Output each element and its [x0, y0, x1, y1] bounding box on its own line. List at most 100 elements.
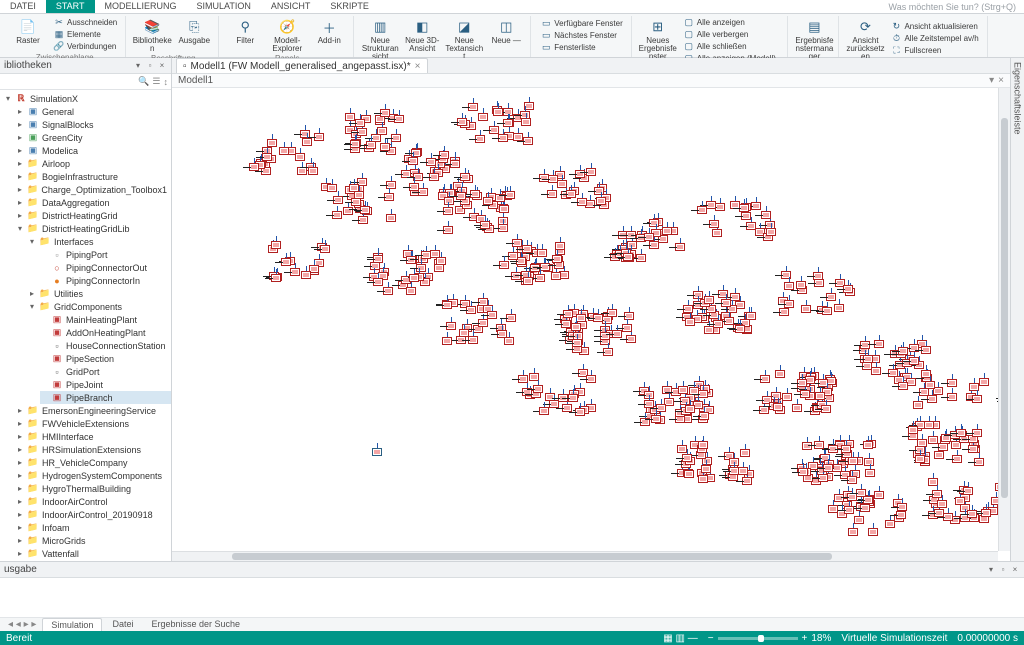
grid-component-block[interactable]: [704, 296, 714, 304]
tree-node[interactable]: PipingPort: [40, 248, 171, 261]
ribbon-fullscreen[interactable]: ⛶Fullscreen: [887, 45, 982, 57]
tree-node[interactable]: ▸HRSimulationExtensions: [16, 443, 171, 456]
grid-component-block[interactable]: [738, 467, 748, 475]
grid-component-block[interactable]: [478, 113, 488, 121]
tree-twisty-icon[interactable]: ▾: [28, 302, 36, 311]
grid-component-block[interactable]: [782, 393, 792, 401]
tree-node[interactable]: PipeBranch: [40, 391, 171, 404]
grid-component-block[interactable]: [537, 249, 547, 257]
grid-component-block[interactable]: [815, 392, 825, 400]
tree-node[interactable]: HouseConnectionStation: [40, 339, 171, 352]
grid-component-block[interactable]: [513, 133, 523, 141]
grid-component-block[interactable]: [684, 470, 694, 478]
grid-component-block[interactable]: [295, 153, 305, 161]
grid-component-block[interactable]: [551, 272, 561, 280]
grid-component-block[interactable]: [792, 404, 802, 412]
tree-node[interactable]: AddOnHeatingPlant: [40, 326, 171, 339]
grid-component-block[interactable]: [279, 147, 289, 155]
tree-node[interactable]: ▸HygroThermalBuilding: [16, 482, 171, 495]
zoom-out-icon[interactable]: −: [708, 633, 714, 644]
grid-component-block[interactable]: [308, 167, 318, 175]
ribbon-n-chstes-fenster[interactable]: ▭Nächstes Fenster: [537, 30, 626, 42]
grid-component-block[interactable]: [834, 304, 844, 312]
tree-node[interactable]: ▸HMIInterface: [16, 430, 171, 443]
grid-component-block[interactable]: [267, 139, 277, 147]
grid-component-block[interactable]: [685, 318, 695, 326]
tree-twisty-icon[interactable]: ▸: [16, 458, 24, 467]
panel-pin-icon[interactable]: ▾: [133, 61, 143, 71]
tree-twisty-icon[interactable]: ▸: [16, 419, 24, 428]
ribbon-neue-3d-ansicht[interactable]: ◧Neue 3D-Ansicht: [402, 16, 442, 61]
grid-component-block[interactable]: [871, 367, 881, 375]
tree-node[interactable]: ▾DistrictHeatingGridLib: [16, 222, 171, 235]
grid-component-block[interactable]: [928, 436, 938, 444]
tree-node[interactable]: ▸IndoorAirControl_20190918: [16, 508, 171, 521]
zoom-slider[interactable]: [718, 637, 798, 640]
grid-component-block[interactable]: [874, 491, 884, 499]
tree-node[interactable]: ▸HR_VehicleCompany: [16, 456, 171, 469]
grid-component-block[interactable]: [740, 449, 750, 457]
tree-node[interactable]: ▸WeatherData: [16, 560, 171, 561]
sort-icon[interactable]: ↕: [164, 77, 169, 87]
ribbon-bibliotheken[interactable]: 📚Bibliotheken: [132, 16, 172, 53]
tree-node[interactable]: ▸Charge_Optimization_Toolbox1: [16, 183, 171, 196]
grid-component-block[interactable]: [908, 426, 918, 434]
menu-tab-datei[interactable]: DATEI: [0, 0, 46, 13]
tree-twisty-icon[interactable]: ▸: [16, 211, 24, 220]
menu-tab-simulation[interactable]: SIMULATION: [187, 0, 261, 13]
ribbon-neue-[interactable]: ◫Neue —: [486, 16, 526, 61]
grid-component-block[interactable]: [685, 405, 695, 413]
grid-component-block[interactable]: [343, 207, 353, 215]
properties-panel-collapsed[interactable]: Eigenschaftsleiste: [1010, 58, 1024, 561]
tree-twisty-icon[interactable]: ▸: [16, 471, 24, 480]
ribbon-add-in[interactable]: ＋Add-in: [309, 16, 349, 53]
scrollbar-horizontal[interactable]: [172, 551, 998, 561]
ribbon-neue-textansicht[interactable]: ◪Neue Textansicht: [444, 16, 484, 61]
tree-twisty-icon[interactable]: ▸: [16, 523, 24, 532]
menu-tab-modellierung[interactable]: MODELLIERUNG: [95, 0, 187, 13]
canvas-close-icon[interactable]: ×: [998, 75, 1004, 86]
grid-component-block[interactable]: [271, 241, 281, 249]
ribbon-ansicht-zur-cksetzen[interactable]: ⟳Ansicht zurücksetzen: [845, 16, 885, 61]
tree-twisty-icon[interactable]: ▾: [4, 94, 12, 103]
grid-component-block[interactable]: [386, 214, 396, 222]
grid-component-block[interactable]: [784, 282, 794, 290]
grid-component-block[interactable]: [662, 227, 672, 235]
tree-twisty-icon[interactable]: ▸: [16, 172, 24, 181]
tree-node[interactable]: PipeSection: [40, 352, 171, 365]
tree-node[interactable]: ▾GridComponents: [28, 300, 171, 313]
ribbon-ausgabe[interactable]: ⎘Ausgabe: [174, 16, 214, 53]
close-icon[interactable]: ×: [415, 61, 421, 72]
tree-twisty-icon[interactable]: ▸: [16, 549, 24, 558]
grid-component-block[interactable]: [483, 197, 493, 205]
grid-source-block[interactable]: [372, 448, 382, 456]
ribbon-neue-strukturansicht[interactable]: ▥Neue Strukturansicht: [360, 16, 400, 61]
grid-component-block[interactable]: [766, 228, 776, 236]
tree-twisty-icon[interactable]: ▸: [16, 120, 24, 129]
panel-close-icon[interactable]: ×: [157, 61, 167, 71]
tree-twisty-icon[interactable]: ▸: [16, 107, 24, 116]
filter-icon[interactable]: ☰: [152, 76, 160, 87]
ribbon-alle-anzeigen[interactable]: ▢Alle anzeigen: [680, 16, 784, 28]
tree-node[interactable]: GridPort: [40, 365, 171, 378]
tree-twisty-icon[interactable]: ▸: [28, 289, 36, 298]
grid-component-block[interactable]: [848, 457, 858, 465]
tree-twisty-icon[interactable]: ▸: [16, 146, 24, 155]
library-tree[interactable]: ▾SimulationX▸General▸SignalBlocks▸GreenC…: [0, 90, 171, 561]
grid-component-block[interactable]: [436, 257, 446, 265]
grid-component-block[interactable]: [380, 143, 390, 151]
tree-twisty-icon[interactable]: ▸: [16, 133, 24, 142]
ribbon-verf-gbare-fenster[interactable]: ▭Verfügbare Fenster: [537, 18, 626, 30]
ribbon-verbindungen[interactable]: 🔗Verbindungen: [50, 40, 121, 52]
tree-node[interactable]: ▸HydrogenSystemComponents: [16, 469, 171, 482]
grid-component-block[interactable]: [539, 407, 549, 415]
tree-twisty-icon[interactable]: ▾: [16, 224, 24, 233]
tree-twisty-icon[interactable]: ▾: [28, 237, 36, 246]
grid-component-block[interactable]: [863, 441, 873, 449]
grid-component-block[interactable]: [434, 264, 444, 272]
search-icon[interactable]: 🔍: [138, 76, 149, 87]
grid-component-block[interactable]: [698, 475, 708, 483]
grid-component-block[interactable]: [917, 439, 927, 447]
grid-component-block[interactable]: [934, 451, 944, 459]
ribbon-fensterliste[interactable]: ▭Fensterliste: [537, 42, 626, 54]
